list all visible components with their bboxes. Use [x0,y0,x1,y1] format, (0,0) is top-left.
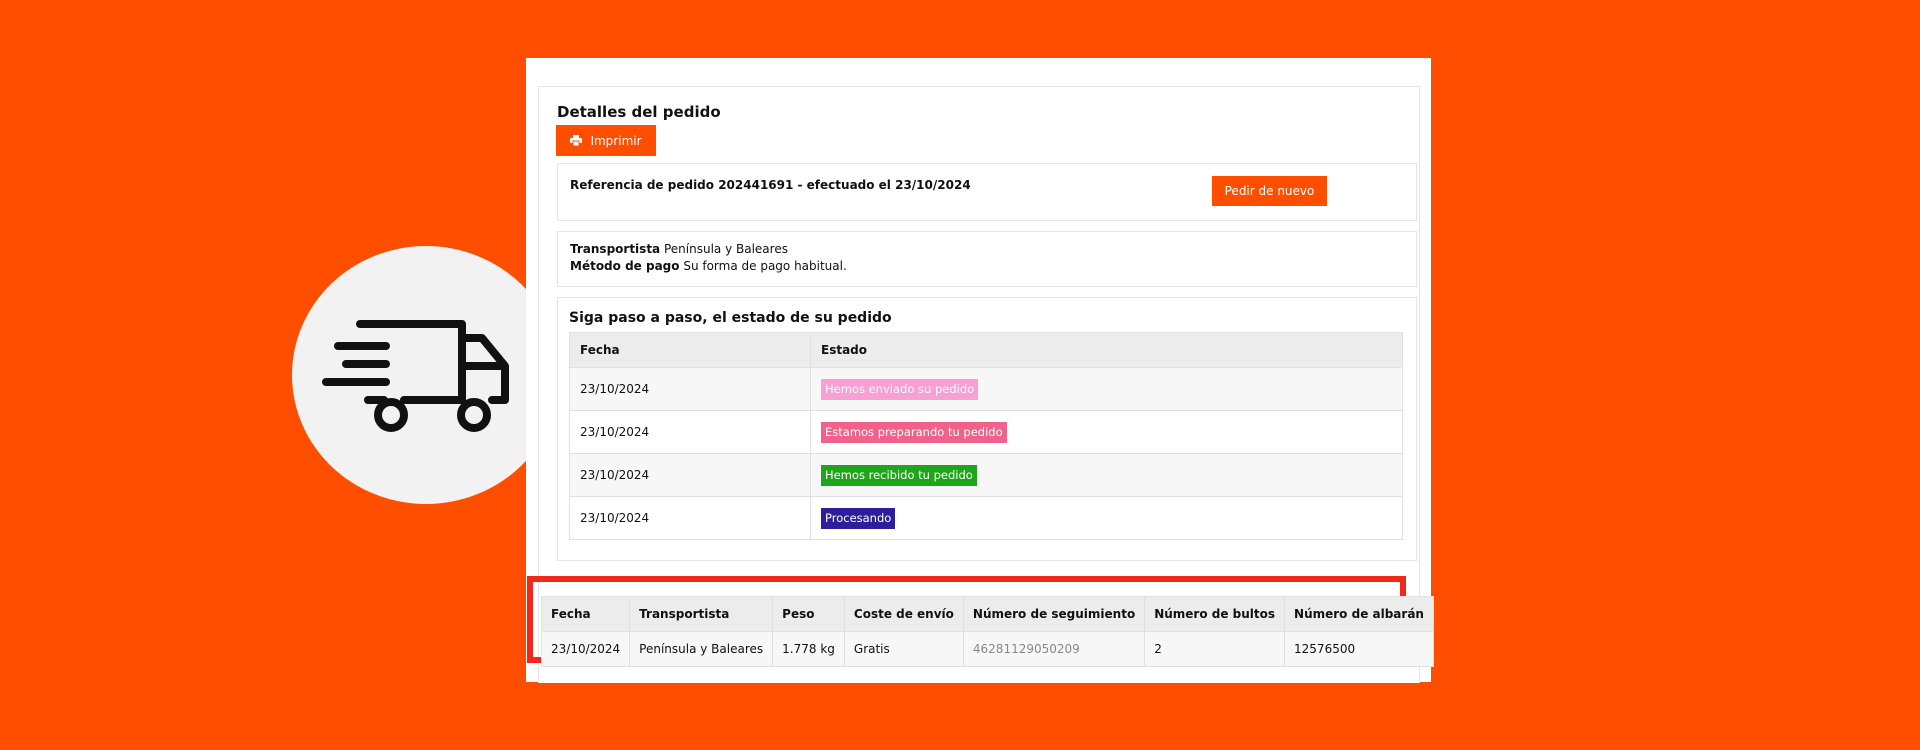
status-badge: Hemos enviado su pedido [821,378,979,400]
column-header-package-count: Número de bultos [1144,596,1286,632]
order-details-page: Detalles del pedido Imprimir Referencia … [526,58,1434,683]
shipping-cost-cell: Gratis [843,631,964,667]
column-header-tracking-number: Número de seguimiento [962,596,1146,632]
delivery-truck-icon [322,320,509,432]
print-button[interactable]: Imprimir [556,125,656,156]
status-date-cell: 23/10/2024 [569,453,811,497]
table-row: 23/10/2024 Hemos recibido tu pedido [569,453,1403,497]
status-cell: Procesando [810,496,1403,540]
reorder-button[interactable]: Pedir de nuevo [1212,176,1327,206]
package-count-cell: 2 [1144,631,1286,667]
order-reference-box: Referencia de pedido 202441691 - efectua… [557,163,1417,221]
carrier-cell: Península y Baleares [629,631,774,667]
printer-icon [570,135,583,146]
status-badge: Hemos recibido tu pedido [821,464,977,486]
delivery-note-number-cell: 12576500 [1284,631,1434,667]
carrier-line: Transportista Península y Baleares [570,242,788,256]
column-header-date: Fecha [569,332,811,368]
column-header-shipping-cost: Coste de envío [843,596,964,632]
weight-cell: 1.778 kg [772,631,845,667]
table-header-row: Fecha Transportista Peso Coste de envío Núme… [540,596,1434,632]
payment-label: Método de pago [570,259,680,273]
status-history-table: Fecha Estado 23/10/2024 Hemos enviado su … [569,332,1403,540]
column-header-carrier: Transportista [629,596,774,632]
status-cell: Estamos preparando tu pedido [810,410,1403,454]
status-history-title: Siga paso a paso, el estado de su pedido [569,310,892,326]
table-row: 23/10/2024 Estamos preparando tu pedido [569,410,1403,454]
status-history-box: Siga paso a paso, el estado de su pedido… [557,297,1417,561]
column-header-date: Fecha [540,596,631,632]
table-row: 23/10/2024 Península y Baleares 1.778 kg Gr… [540,631,1434,667]
table-header-row: Fecha Estado [569,332,1403,368]
status-cell: Hemos enviado su pedido [810,367,1403,411]
table-row: 23/10/2024 Procesando [569,496,1403,540]
carrier-value: Península y Baleares [663,242,788,256]
table-row: 23/10/2024 Hemos enviado su pedido [569,367,1403,411]
print-button-label: Imprimir [590,133,642,148]
tracking-number-cell[interactable]: 46281129050209 [962,631,1146,667]
order-reference: Referencia de pedido 202441691 - efectua… [570,178,971,192]
tracking-table: Fecha Transportista Peso Coste de envío Núme… [540,596,1434,667]
tracking-highlight-frame: Fecha Transportista Peso Coste de envío Núme… [527,576,1434,667]
status-badge: Procesando [821,507,896,529]
column-header-delivery-note-number: Número de albarán [1284,596,1434,632]
column-header-status: Estado [810,332,1403,368]
payment-line: Método de pago Su forma de pago habitual… [570,259,847,273]
column-header-weight: Peso [772,596,845,632]
order-details-panel: Detalles del pedido Imprimir Referencia … [527,86,1434,683]
status-date-cell: 23/10/2024 [569,496,811,540]
page-title: Detalles del pedido [557,103,721,121]
payment-value: Su forma de pago habitual. [683,259,847,273]
date-cell: 23/10/2024 [540,631,631,667]
status-badge: Estamos preparando tu pedido [821,421,1007,443]
status-cell: Hemos recibido tu pedido [810,453,1403,497]
status-date-cell: 23/10/2024 [569,410,811,454]
status-date-cell: 23/10/2024 [569,367,811,411]
shipping-info-box: Transportista Península y Baleares Métod… [557,231,1417,287]
carrier-label: Transportista [570,242,661,256]
